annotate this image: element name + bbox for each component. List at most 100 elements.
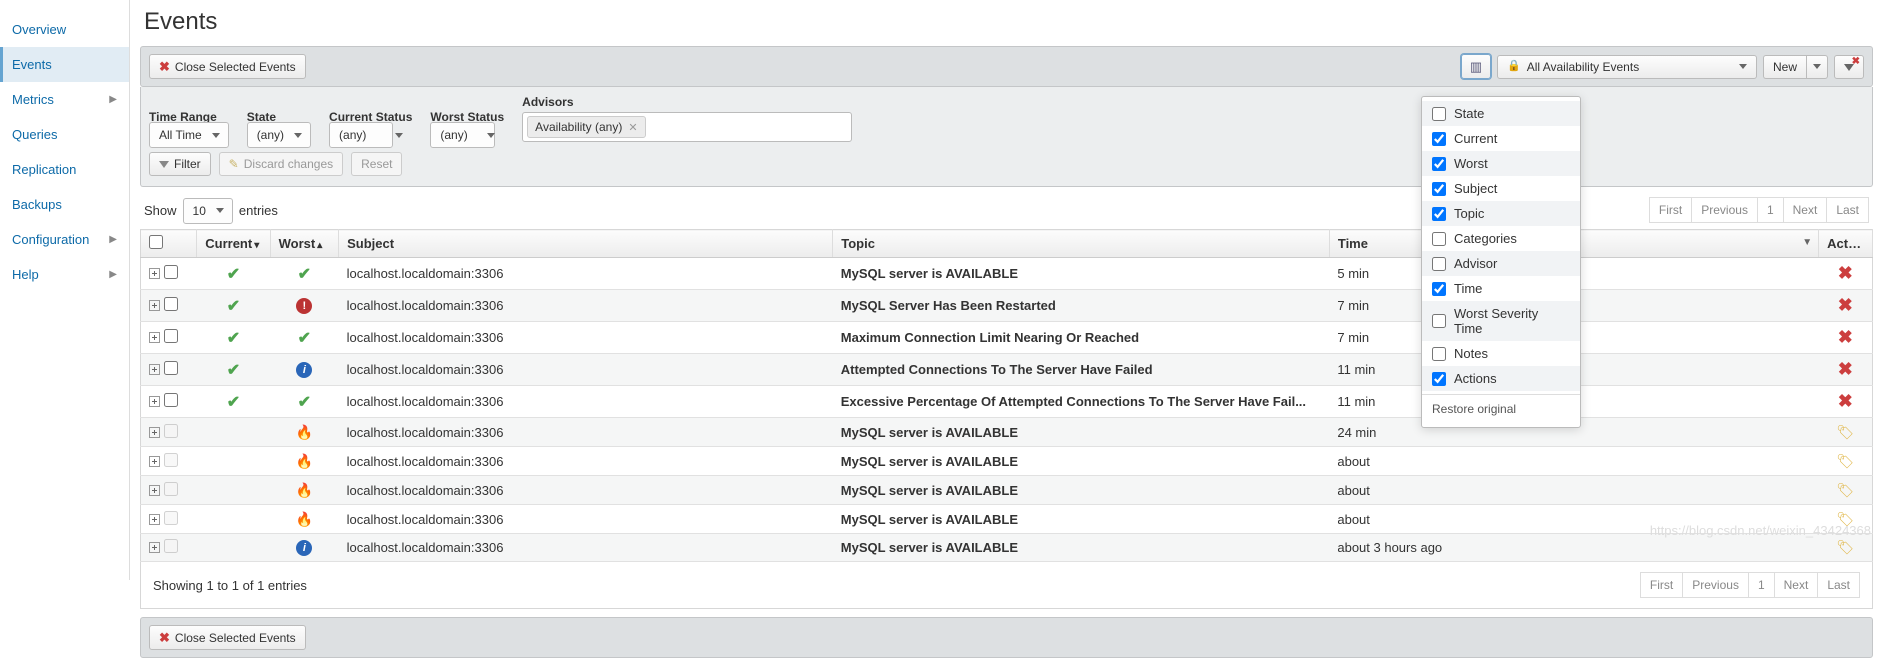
table-row[interactable]: ✔✔localhost.localdomain:3306Excessive Pe… bbox=[141, 386, 1873, 418]
close-action-icon[interactable]: ✖ bbox=[1838, 391, 1853, 411]
advisors-tag[interactable]: Availability (any) ✕ bbox=[527, 116, 645, 138]
worst-status-select[interactable]: (any) bbox=[430, 122, 494, 148]
note-action-icon[interactable]: 🏷 bbox=[1836, 453, 1854, 469]
table-row[interactable]: 🔥localhost.localdomain:3306MySQL server … bbox=[141, 476, 1873, 505]
column-chooser-popover[interactable]: StateCurrentWorstSubjectTopicCategoriesA… bbox=[1421, 96, 1581, 428]
column-option-time[interactable]: Time bbox=[1422, 276, 1580, 301]
sidebar-item-help[interactable]: Help▶ bbox=[0, 257, 129, 292]
column-option-advisor[interactable]: Advisor bbox=[1422, 251, 1580, 276]
column-option-notes[interactable]: Notes bbox=[1422, 341, 1580, 366]
pager-last[interactable]: Last bbox=[1827, 197, 1869, 223]
table-row[interactable]: ✔ilocalhost.localdomain:3306Attempted Co… bbox=[141, 354, 1873, 386]
pager-page[interactable]: 1 bbox=[1758, 197, 1784, 223]
column-checkbox[interactable] bbox=[1432, 182, 1446, 196]
column-checkbox[interactable] bbox=[1432, 132, 1446, 146]
reset-button[interactable]: Reset bbox=[351, 152, 402, 176]
close-action-icon[interactable]: ✖ bbox=[1838, 263, 1853, 283]
expand-icon[interactable] bbox=[149, 485, 160, 496]
advisors-input[interactable]: Availability (any) ✕ bbox=[522, 112, 852, 142]
th-topic[interactable]: Topic bbox=[833, 230, 1330, 258]
pager-next[interactable]: Next bbox=[1784, 197, 1828, 223]
pager-prev[interactable]: Previous bbox=[1683, 572, 1749, 598]
sidebar-item-backups[interactable]: Backups bbox=[0, 187, 129, 222]
table-row[interactable]: 🔥localhost.localdomain:3306MySQL server … bbox=[141, 418, 1873, 447]
expand-icon[interactable] bbox=[149, 514, 160, 525]
close-action-icon[interactable]: ✖ bbox=[1838, 359, 1853, 379]
column-checkbox[interactable] bbox=[1432, 257, 1446, 271]
table-row[interactable]: ✔✔localhost.localdomain:3306MySQL server… bbox=[141, 258, 1873, 290]
columns-toggle-button[interactable]: ▥ bbox=[1461, 54, 1491, 79]
pager-page[interactable]: 1 bbox=[1749, 572, 1775, 598]
sidebar-item-events[interactable]: Events bbox=[0, 47, 129, 82]
column-option-state[interactable]: State bbox=[1422, 101, 1580, 126]
new-button[interactable]: New bbox=[1763, 55, 1806, 79]
pager-next[interactable]: Next bbox=[1775, 572, 1819, 598]
state-select[interactable]: (any) bbox=[247, 122, 311, 148]
note-action-icon[interactable]: 🏷 bbox=[1836, 482, 1854, 498]
expand-icon[interactable] bbox=[149, 364, 160, 375]
row-checkbox[interactable] bbox=[164, 393, 178, 407]
column-option-categories[interactable]: Categories bbox=[1422, 226, 1580, 251]
column-option-actions[interactable]: Actions bbox=[1422, 366, 1580, 391]
expand-icon[interactable] bbox=[149, 332, 160, 343]
column-checkbox[interactable] bbox=[1432, 207, 1446, 221]
expand-icon[interactable] bbox=[149, 542, 160, 553]
th-select[interactable] bbox=[141, 230, 197, 258]
column-checkbox[interactable] bbox=[1432, 282, 1446, 296]
column-checkbox[interactable] bbox=[1432, 107, 1446, 121]
select-all-checkbox[interactable] bbox=[149, 235, 163, 249]
row-checkbox[interactable] bbox=[164, 329, 178, 343]
column-option-topic[interactable]: Topic bbox=[1422, 201, 1580, 226]
column-checkbox[interactable] bbox=[1432, 314, 1446, 328]
note-action-icon[interactable]: 🏷 bbox=[1836, 539, 1854, 555]
pager-first[interactable]: First bbox=[1640, 572, 1683, 598]
table-row[interactable]: 🔥localhost.localdomain:3306MySQL server … bbox=[141, 447, 1873, 476]
column-checkbox[interactable] bbox=[1432, 372, 1446, 386]
row-checkbox[interactable] bbox=[164, 361, 178, 375]
sidebar-item-replication[interactable]: Replication bbox=[0, 152, 129, 187]
pager-last[interactable]: Last bbox=[1818, 572, 1860, 598]
column-checkbox[interactable] bbox=[1432, 157, 1446, 171]
pager-prev[interactable]: Previous bbox=[1692, 197, 1758, 223]
th-current[interactable]: Current▾ bbox=[197, 230, 270, 258]
table-row[interactable]: 🔥localhost.localdomain:3306MySQL server … bbox=[141, 505, 1873, 534]
close-action-icon[interactable]: ✖ bbox=[1838, 327, 1853, 347]
th-subject[interactable]: Subject bbox=[339, 230, 833, 258]
current-status-select[interactable]: (any) bbox=[329, 122, 393, 148]
close-selected-button[interactable]: ✖ Close Selected Events bbox=[149, 54, 306, 79]
time-range-select[interactable]: All Time bbox=[149, 122, 229, 148]
discard-button[interactable]: ✎ Discard changes bbox=[219, 152, 343, 176]
column-checkbox[interactable] bbox=[1432, 347, 1446, 361]
note-action-icon[interactable]: 🏷 bbox=[1836, 424, 1854, 440]
column-option-current[interactable]: Current bbox=[1422, 126, 1580, 151]
availability-filter-dropdown[interactable]: 🔒 All Availability Events bbox=[1497, 55, 1757, 79]
column-checkbox[interactable] bbox=[1432, 232, 1446, 246]
table-row[interactable]: ✔✔localhost.localdomain:3306Maximum Conn… bbox=[141, 322, 1873, 354]
expand-icon[interactable] bbox=[149, 268, 160, 279]
column-option-worst[interactable]: Worst bbox=[1422, 151, 1580, 176]
sidebar-item-configuration[interactable]: Configuration▶ bbox=[0, 222, 129, 257]
expand-icon[interactable] bbox=[149, 427, 160, 438]
row-checkbox[interactable] bbox=[164, 297, 178, 311]
new-button-caret[interactable] bbox=[1806, 55, 1828, 79]
table-row[interactable]: ✔!localhost.localdomain:3306MySQL Server… bbox=[141, 290, 1873, 322]
tag-remove-icon[interactable]: ✕ bbox=[628, 121, 637, 134]
sidebar-item-queries[interactable]: Queries bbox=[0, 117, 129, 152]
pager-first[interactable]: First bbox=[1649, 197, 1692, 223]
table-row[interactable]: ilocalhost.localdomain:3306MySQL server … bbox=[141, 534, 1873, 562]
delete-filter-button[interactable]: ✖ bbox=[1834, 55, 1864, 79]
note-action-icon[interactable]: 🏷 bbox=[1836, 511, 1854, 527]
sidebar-item-overview[interactable]: Overview bbox=[0, 12, 129, 47]
entries-select[interactable]: 10 bbox=[183, 198, 233, 224]
expand-icon[interactable] bbox=[149, 396, 160, 407]
filter-button[interactable]: Filter bbox=[149, 152, 211, 176]
restore-original-button[interactable]: Restore original bbox=[1422, 394, 1580, 423]
column-option-worst-severity-time[interactable]: Worst Severity Time bbox=[1422, 301, 1580, 341]
row-checkbox[interactable] bbox=[164, 265, 178, 279]
sidebar-item-metrics[interactable]: Metrics▶ bbox=[0, 82, 129, 117]
th-filter-icon[interactable]: ▼ bbox=[1802, 237, 1812, 248]
expand-icon[interactable] bbox=[149, 300, 160, 311]
close-action-icon[interactable]: ✖ bbox=[1838, 295, 1853, 315]
expand-icon[interactable] bbox=[149, 456, 160, 467]
th-worst[interactable]: Worst▴ bbox=[270, 230, 338, 258]
